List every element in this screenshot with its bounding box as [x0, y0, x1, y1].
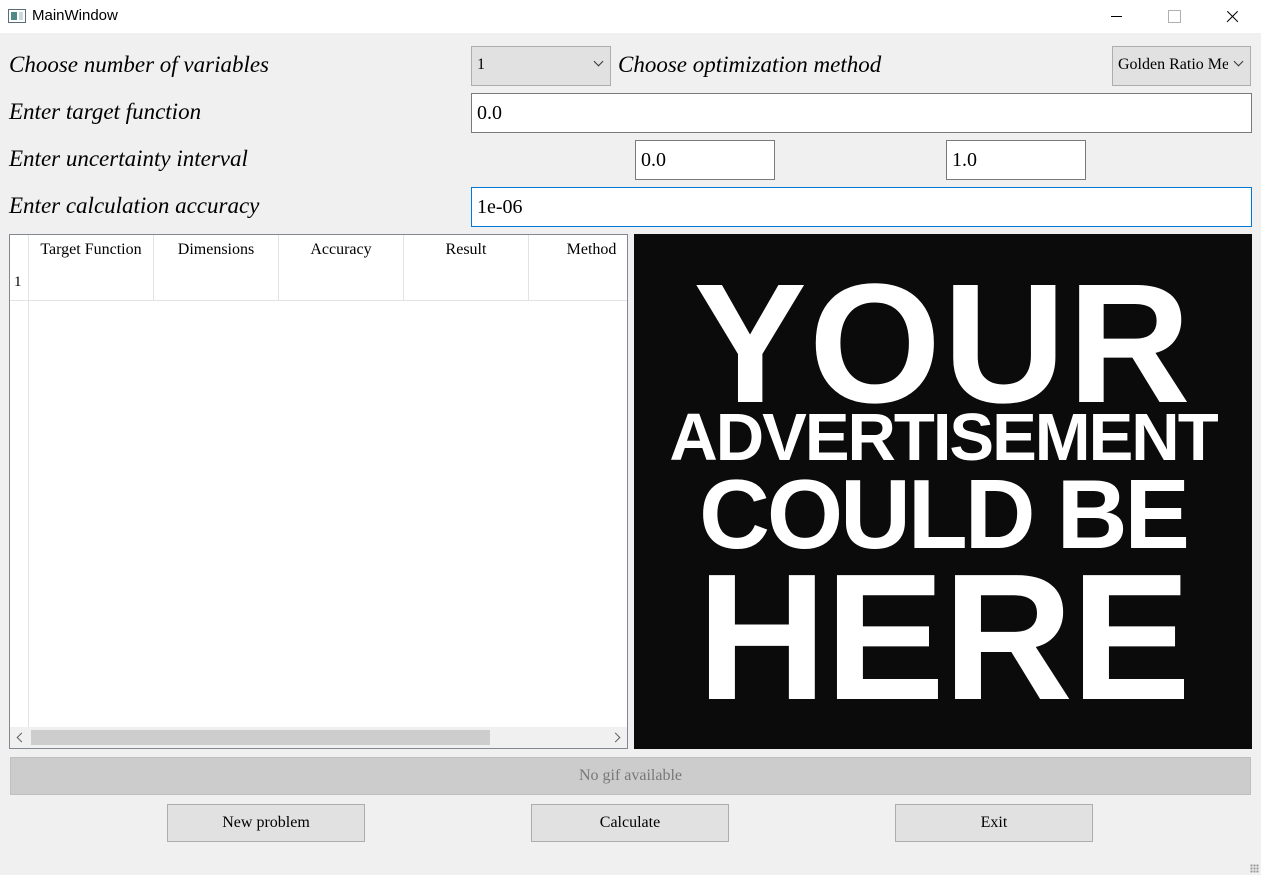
- scroll-left-icon[interactable]: [10, 727, 30, 748]
- row-header-1[interactable]: 1: [14, 274, 22, 291]
- method-combo[interactable]: Golden Ratio Me: [1112, 46, 1251, 86]
- resize-grip-icon[interactable]: [1250, 864, 1259, 873]
- advertisement-image: YOUR ADVERTISEMENT COULD BE HERE: [634, 234, 1252, 749]
- ad-text-line: HERE: [696, 537, 1191, 738]
- interval-end-input[interactable]: [946, 140, 1086, 180]
- variables-combo-value: 1: [477, 56, 485, 73]
- column-header-target-function[interactable]: Target Function: [29, 235, 154, 301]
- row-header-column: [10, 235, 29, 728]
- exit-button[interactable]: Exit: [895, 804, 1093, 842]
- calculate-button[interactable]: Calculate: [531, 804, 729, 842]
- app-window-icon: [8, 9, 26, 23]
- chevron-down-icon: [593, 56, 604, 67]
- column-header-result[interactable]: Result: [404, 235, 529, 301]
- horizontal-scrollbar[interactable]: [10, 727, 627, 748]
- interval-label: Enter uncertainty interval: [9, 146, 248, 171]
- title-bar: MainWindow: [0, 0, 1261, 33]
- accuracy-input[interactable]: [471, 187, 1252, 227]
- function-label: Enter target function: [9, 99, 202, 124]
- window-title: MainWindow: [32, 7, 118, 24]
- table-corner-button[interactable]: [10, 235, 29, 301]
- results-table[interactable]: 1 Target Function Dimensions Accuracy Re…: [9, 234, 628, 749]
- column-header-dimensions[interactable]: Dimensions: [154, 235, 279, 301]
- chevron-down-icon: [1233, 56, 1244, 67]
- target-function-input[interactable]: [471, 93, 1252, 133]
- variables-combo[interactable]: 1: [471, 46, 611, 86]
- column-header-accuracy[interactable]: Accuracy: [279, 235, 404, 301]
- method-combo-value: Golden Ratio Me: [1118, 56, 1228, 73]
- maximize-icon[interactable]: [1145, 0, 1203, 33]
- variables-label: Choose number of variables: [9, 52, 270, 77]
- accuracy-label: Enter calculation accuracy: [9, 193, 260, 218]
- method-label: Choose optimization method: [618, 52, 882, 77]
- minimize-icon[interactable]: [1088, 0, 1146, 33]
- gif-status-label: No gif available: [10, 757, 1251, 795]
- interval-start-input[interactable]: [635, 140, 775, 180]
- column-header-method[interactable]: Method: [529, 235, 627, 301]
- new-problem-button[interactable]: New problem: [167, 804, 365, 842]
- close-icon[interactable]: [1203, 0, 1261, 33]
- scrollbar-thumb[interactable]: [31, 730, 490, 745]
- scroll-right-icon[interactable]: [607, 727, 627, 748]
